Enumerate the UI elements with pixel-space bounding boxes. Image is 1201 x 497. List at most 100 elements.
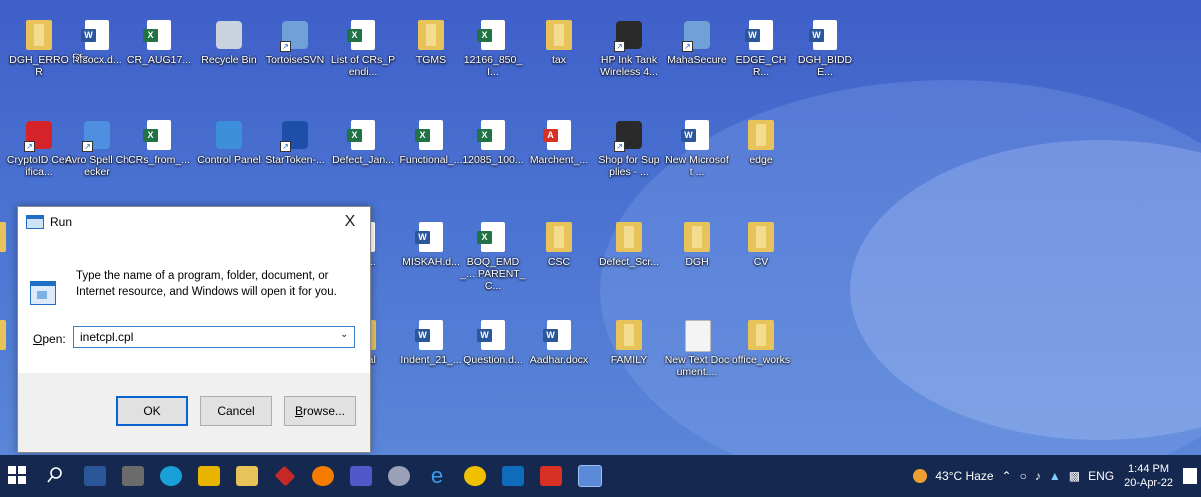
edge-icon[interactable] (160, 466, 182, 486)
excel-icon: X (477, 118, 508, 152)
excel-icon: X (415, 118, 446, 152)
desktop-icon[interactable]: W Aadhar.docx (526, 318, 592, 366)
desktop-icon-label: Functional_... (399, 154, 463, 166)
open-label: Open: (33, 332, 66, 346)
battery-icon[interactable]: ▩ (1069, 469, 1080, 483)
firefox-icon[interactable] (312, 466, 334, 486)
desktop-icon-label: EDGE_CHR... (735, 54, 787, 78)
sticky-icon[interactable] (198, 466, 220, 486)
network-icon[interactable]: ▲ (1049, 469, 1061, 483)
word-icon: W (477, 318, 508, 352)
desktop-icon[interactable]: edge (728, 118, 794, 166)
app-icon[interactable] (274, 465, 296, 487)
desktop-icon-label: New Microsoft ... (665, 154, 729, 178)
desktop-icon[interactable]: ↗ CryptoID Certifica... (6, 118, 72, 178)
printer-icon: ↗ (614, 18, 644, 52)
folder-icon (544, 220, 574, 254)
desktop-icon[interactable]: W Question.d... (460, 318, 526, 366)
calculator-icon[interactable] (122, 466, 144, 486)
run-titlebar[interactable]: Run X (18, 207, 370, 237)
file-explorer-icon[interactable] (236, 466, 258, 486)
desktop-icon[interactable]: New Text Document.... (664, 318, 730, 378)
crypto-icon: ↗ (24, 118, 54, 152)
desktop-icon[interactable]: tax (526, 18, 592, 66)
open-input[interactable] (73, 326, 355, 348)
desktop-icon[interactable]: W New Microsoft ... (664, 118, 730, 178)
desktop-icon-label: CryptoID Certifica... (6, 154, 72, 178)
clock[interactable]: 1:44 PM 20-Apr-22 (1124, 462, 1173, 490)
close-button[interactable]: X (330, 213, 370, 231)
excel-icon: X (347, 118, 378, 152)
desktop-icon[interactable]: A Marchent_... (526, 118, 592, 166)
desktop-icon-label: Defect_Jan... (332, 154, 394, 166)
volume-icon[interactable]: ♪ (1035, 469, 1041, 483)
desktop-icon-label: Avro Spell Checker (64, 154, 129, 178)
desktop-icon-label: BOQ_EMD_... PARENT_C... (460, 256, 526, 292)
desktop-icon[interactable]: TGMS (398, 18, 464, 66)
desktop-icon-label: Control Panel (197, 154, 261, 166)
desktop-icon[interactable]: ↗ HP Ink Tank Wireless 4... (596, 18, 662, 78)
desktop-icon[interactable]: X 12166_850_I... (460, 18, 526, 78)
desktop-icon-label: edge (749, 154, 773, 166)
ie-icon[interactable]: e (426, 465, 448, 487)
star-icon: ↗ (280, 118, 310, 152)
ok-button[interactable]: OK (116, 396, 188, 426)
desktop-icon[interactable]: FAMILY (596, 318, 662, 366)
desktop-icon[interactable]: X CRs_from_... (126, 118, 192, 166)
folder-icon (746, 318, 776, 352)
word-icon: W (543, 318, 574, 352)
desktop-icon[interactable]: X CR_AUG17... (126, 18, 192, 66)
desktop-icon[interactable]: X 12085_100... (460, 118, 526, 166)
desktop-icon[interactable]: W र्शिडocx.d... (64, 18, 130, 66)
desktop-icon[interactable]: W DGH_BIDDE... (792, 18, 858, 78)
desktop-icon[interactable]: CSC (526, 220, 592, 268)
desktop-icon[interactable]: W MISKAH.d... (398, 220, 464, 268)
desktop-icon[interactable]: DGH_ERROR (6, 18, 72, 78)
weather-text[interactable]: 43°C Haze (935, 469, 993, 483)
desktop-icon[interactable]: Recycle Bin (196, 18, 262, 66)
chevron-up-icon[interactable]: ⌃ (1002, 469, 1012, 483)
time: 1:44 PM (1128, 463, 1170, 475)
browse-button[interactable]: Browse... (284, 396, 356, 426)
desktop-icon-label: Indent_21_... (400, 354, 462, 366)
teams-icon[interactable] (350, 466, 372, 486)
word-icon: W (81, 18, 112, 52)
desktop-icon[interactable]: Defect_Scr... (596, 220, 662, 268)
wifi-icon[interactable]: ○ (1020, 469, 1027, 483)
word-icon[interactable] (84, 466, 106, 486)
desktop-icon[interactable]: W Indent_21_... (398, 318, 464, 366)
desktop-icon[interactable]: X List of CRs_Pendi... (330, 18, 396, 78)
run-taskbar-icon[interactable] (578, 465, 602, 487)
desktop-icon[interactable]: ↗ TortoiseSVN (262, 18, 328, 66)
desktop-icon[interactable]: ↗ Avro Spell Checker (64, 118, 130, 178)
windows-start-icon[interactable] (8, 466, 30, 486)
desktop-icon-label: Recycle Bin (201, 54, 257, 66)
notification-icon[interactable] (1183, 468, 1197, 484)
desktop-icon[interactable]: W EDGE_CHR... (728, 18, 794, 78)
word-icon: W (681, 118, 712, 152)
desktop-icon[interactable]: ↗ Shop for Supplies - ... (596, 118, 662, 178)
acrobat-icon[interactable] (540, 466, 562, 486)
excel-icon: X (347, 18, 378, 52)
outlook-icon[interactable] (502, 466, 524, 486)
desktop-icon[interactable]: office_works (728, 318, 794, 366)
paint-icon[interactable] (388, 466, 410, 486)
desktop-icon[interactable]: X Functional_... (398, 118, 464, 166)
language-indicator[interactable]: ENG (1088, 469, 1114, 483)
search-icon[interactable] (46, 466, 68, 486)
desktop-icon[interactable]: ↗ MahaSecure (664, 18, 730, 66)
desktop-icon-label: CR_AUG17... (126, 54, 192, 66)
desktop-icon[interactable]: CV (728, 220, 794, 268)
desktop-icon[interactable]: DGH (664, 220, 730, 268)
chevron-down-icon[interactable]: ⌄ (340, 329, 348, 340)
folder-icon (746, 220, 776, 254)
cancel-button[interactable]: Cancel (200, 396, 272, 426)
desktop-icon-label: New Text Document.... (664, 354, 730, 378)
desktop-icon-label: CV (753, 256, 769, 268)
desktop-icon[interactable]: X Defect_Jan... (330, 118, 396, 166)
desktop-icon[interactable]: ↗ StarToken-... (262, 118, 328, 166)
desktop-icon[interactable]: X BOQ_EMD_... PARENT_C... (460, 220, 526, 292)
desktop-icon[interactable]: Control Panel (196, 118, 262, 166)
run-title: Run (50, 215, 73, 229)
chrome-icon[interactable] (464, 466, 486, 486)
